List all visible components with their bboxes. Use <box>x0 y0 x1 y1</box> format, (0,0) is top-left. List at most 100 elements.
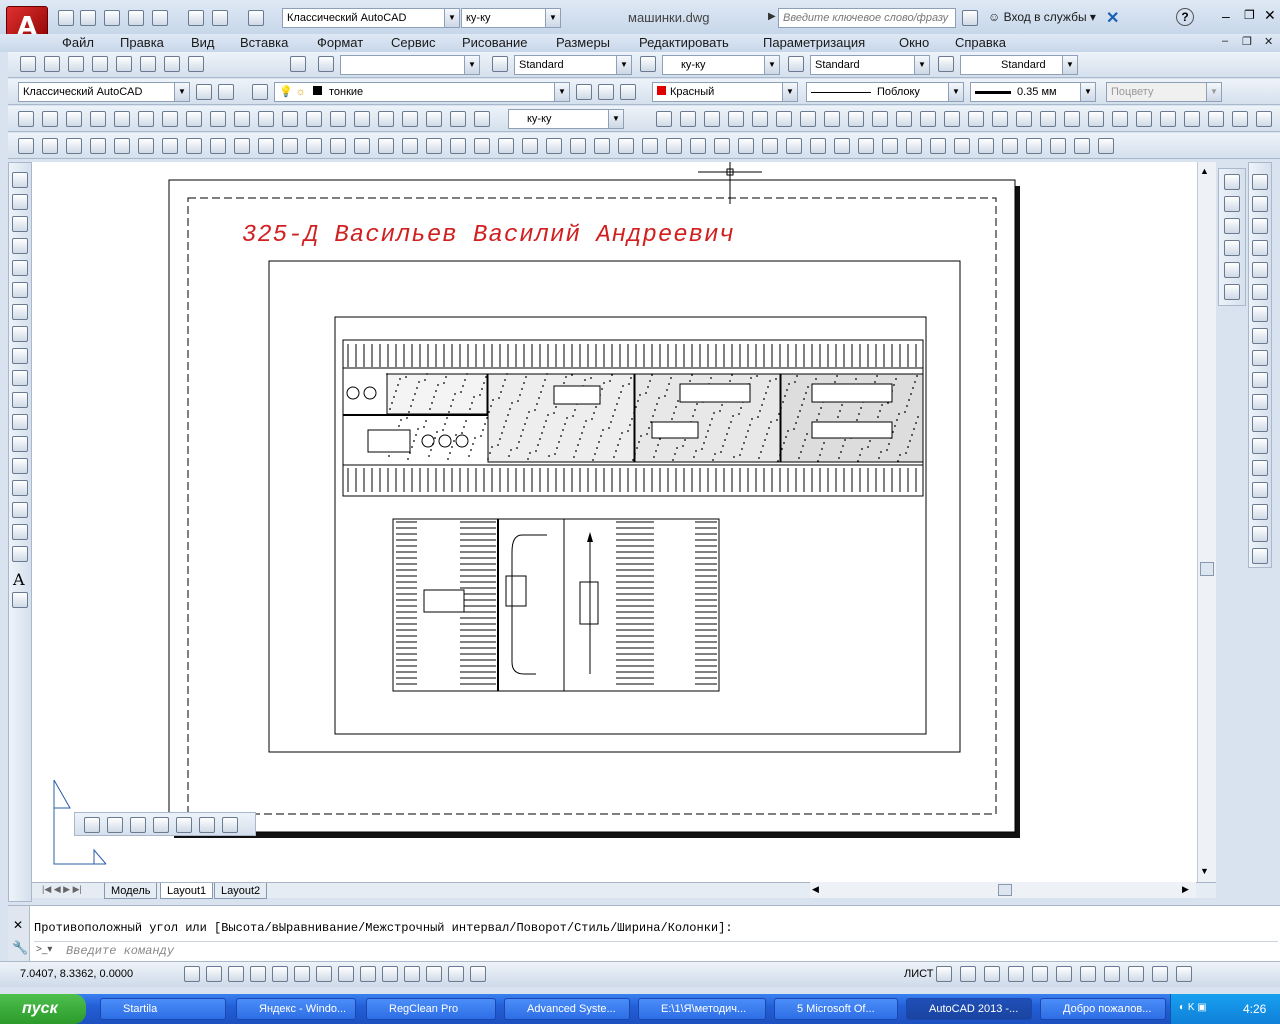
dim-tool-icon-18[interactable] <box>450 111 466 127</box>
modeling-tool-icon-10[interactable] <box>258 138 274 154</box>
modeling-tool-icon-23[interactable] <box>570 138 586 154</box>
status-tray-icon-2[interactable] <box>984 966 1000 982</box>
modify-tool-icon-5[interactable] <box>1252 284 1268 300</box>
viewport-tool-icon-1[interactable] <box>107 817 123 833</box>
standard-tool-icon-14[interactable] <box>992 111 1008 127</box>
new-icon[interactable] <box>58 10 74 26</box>
menu-view[interactable]: Вид <box>191 35 215 50</box>
layer-quick-combo[interactable]: ку-ку ▼ <box>461 8 561 28</box>
status-tray-icon-5[interactable] <box>1056 966 1072 982</box>
lineweight-combo[interactable]: 0.35 мм ▼ <box>970 82 1096 102</box>
view-tool-icon-3[interactable] <box>92 56 108 72</box>
status-toggle-icon-10[interactable] <box>404 966 420 982</box>
sign-in-link[interactable]: ☺ Вход в службы ▾ <box>988 10 1096 24</box>
modeling-tool-icon-29[interactable] <box>714 138 730 154</box>
standard-tool-icon-23[interactable] <box>1208 111 1224 127</box>
dim-tool-icon-17[interactable] <box>426 111 442 127</box>
draw-tool-icon-5[interactable] <box>12 282 28 298</box>
modeling-tool-icon-13[interactable] <box>330 138 346 154</box>
draw-order-icon-5[interactable] <box>1224 284 1240 300</box>
table-style-combo[interactable]: Standard ▼ <box>810 55 930 75</box>
command-close-icon[interactable]: ✕ <box>13 918 23 932</box>
modeling-tool-icon-4[interactable] <box>114 138 130 154</box>
task-microsoft-office[interactable]: 5 Microsoft Of... <box>774 998 898 1020</box>
layer-combo[interactable]: 💡 ☼ тонкие ▼ <box>274 82 570 102</box>
standard-tool-icon-12[interactable] <box>944 111 960 127</box>
modeling-tool-icon-45[interactable] <box>1098 138 1114 154</box>
status-tray-icon-10[interactable] <box>1176 966 1192 982</box>
tab-nav-first-icon[interactable]: |◀ ◀ ▶ ▶| <box>42 884 82 895</box>
draw-order-icon-1[interactable] <box>1224 196 1240 212</box>
view-tool-icon-7[interactable] <box>188 56 204 72</box>
command-customize-icon[interactable]: 🔧 <box>12 940 28 956</box>
tab-model[interactable]: Модель <box>104 883 158 899</box>
modify-tool-icon-7[interactable] <box>1252 328 1268 344</box>
standard-tool-icon-22[interactable] <box>1184 111 1200 127</box>
doc-minimize-icon[interactable]: – <box>1222 35 1228 47</box>
modify-tool-icon-1[interactable] <box>1252 196 1268 212</box>
standard-tool-icon-19[interactable] <box>1112 111 1128 127</box>
task-autocad[interactable]: AutoCAD 2013 -... <box>906 998 1032 1020</box>
draw-tool-icon-0[interactable] <box>12 172 28 188</box>
dim-tool-icon-3[interactable] <box>90 111 106 127</box>
scroll-right-icon[interactable]: ▶ <box>1182 884 1189 895</box>
task-explorer[interactable]: E:\1\Я\методич... <box>638 998 766 1020</box>
modeling-tool-icon-33[interactable] <box>810 138 826 154</box>
coordinates-readout[interactable]: 7.0407, 8.3362, 0.0000 <box>20 968 133 980</box>
draw-order-icon-0[interactable] <box>1224 174 1240 190</box>
camera-icon[interactable] <box>318 56 334 72</box>
dim-tool-icon-16[interactable] <box>402 111 418 127</box>
status-tray-icon-3[interactable] <box>1008 966 1024 982</box>
draw-tool-icon-7[interactable] <box>12 326 28 342</box>
standard-tool-icon-11[interactable] <box>920 111 936 127</box>
task-welcome[interactable]: Добро пожалов... <box>1040 998 1166 1020</box>
modify-tool-icon-14[interactable] <box>1252 482 1268 498</box>
modeling-tool-icon-0[interactable] <box>18 138 34 154</box>
modeling-tool-icon-30[interactable] <box>738 138 754 154</box>
modify-tool-icon-8[interactable] <box>1252 350 1268 366</box>
modeling-tool-icon-31[interactable] <box>762 138 778 154</box>
standard-tool-icon-4[interactable] <box>752 111 768 127</box>
modeling-tool-icon-27[interactable] <box>666 138 682 154</box>
standard-tool-icon-20[interactable] <box>1136 111 1152 127</box>
status-tray-icon-9[interactable] <box>1152 966 1168 982</box>
standard-tool-icon-8[interactable] <box>848 111 864 127</box>
standard-tool-icon-9[interactable] <box>872 111 888 127</box>
scroll-left-icon[interactable]: ◀ <box>812 884 819 895</box>
modeling-tool-icon-22[interactable] <box>546 138 562 154</box>
modeling-tool-icon-1[interactable] <box>42 138 58 154</box>
status-toggle-icon-9[interactable] <box>382 966 398 982</box>
drawing-title-text[interactable]: 325-Д Васильев Василий Андреевич <box>242 222 735 249</box>
modeling-tool-icon-21[interactable] <box>522 138 538 154</box>
workspace-combo[interactable]: Классический AutoCAD ▼ <box>282 8 460 28</box>
modeling-tool-icon-17[interactable] <box>426 138 442 154</box>
add-selected-icon[interactable] <box>12 592 28 608</box>
modeling-tool-icon-9[interactable] <box>234 138 250 154</box>
status-toggle-icon-3[interactable] <box>250 966 266 982</box>
status-tray-icon-1[interactable] <box>960 966 976 982</box>
modify-tool-icon-15[interactable] <box>1252 504 1268 520</box>
draw-tool-icon-17[interactable] <box>12 546 28 562</box>
modeling-tool-icon-25[interactable] <box>618 138 634 154</box>
modeling-tool-icon-37[interactable] <box>906 138 922 154</box>
named-views-icon[interactable] <box>290 56 306 72</box>
draw-tool-icon-9[interactable] <box>12 370 28 386</box>
standard-tool-icon-18[interactable] <box>1088 111 1104 127</box>
modeling-tool-icon-42[interactable] <box>1026 138 1042 154</box>
menu-window[interactable]: Окно <box>899 35 929 50</box>
text-style-combo[interactable]: Standard ▼ <box>514 55 632 75</box>
viewport-tool-icon-6[interactable] <box>222 817 238 833</box>
layer-state-icon[interactable] <box>620 84 636 100</box>
draw-tool-icon-8[interactable] <box>12 348 28 364</box>
dim-tool-icon-7[interactable] <box>186 111 202 127</box>
draw-tool-icon-3[interactable] <box>12 238 28 254</box>
status-toggle-icon-4[interactable] <box>272 966 288 982</box>
dim-tool-icon-4[interactable] <box>114 111 130 127</box>
clean-screen-icon[interactable] <box>218 84 234 100</box>
undo-icon[interactable] <box>212 10 228 26</box>
status-tray-icon-8[interactable] <box>1128 966 1144 982</box>
modeling-tool-icon-8[interactable] <box>210 138 226 154</box>
start-button[interactable]: пуск <box>0 994 86 1024</box>
scroll-down-icon[interactable]: ▼ <box>1200 866 1209 876</box>
text-style-icon[interactable] <box>492 56 508 72</box>
